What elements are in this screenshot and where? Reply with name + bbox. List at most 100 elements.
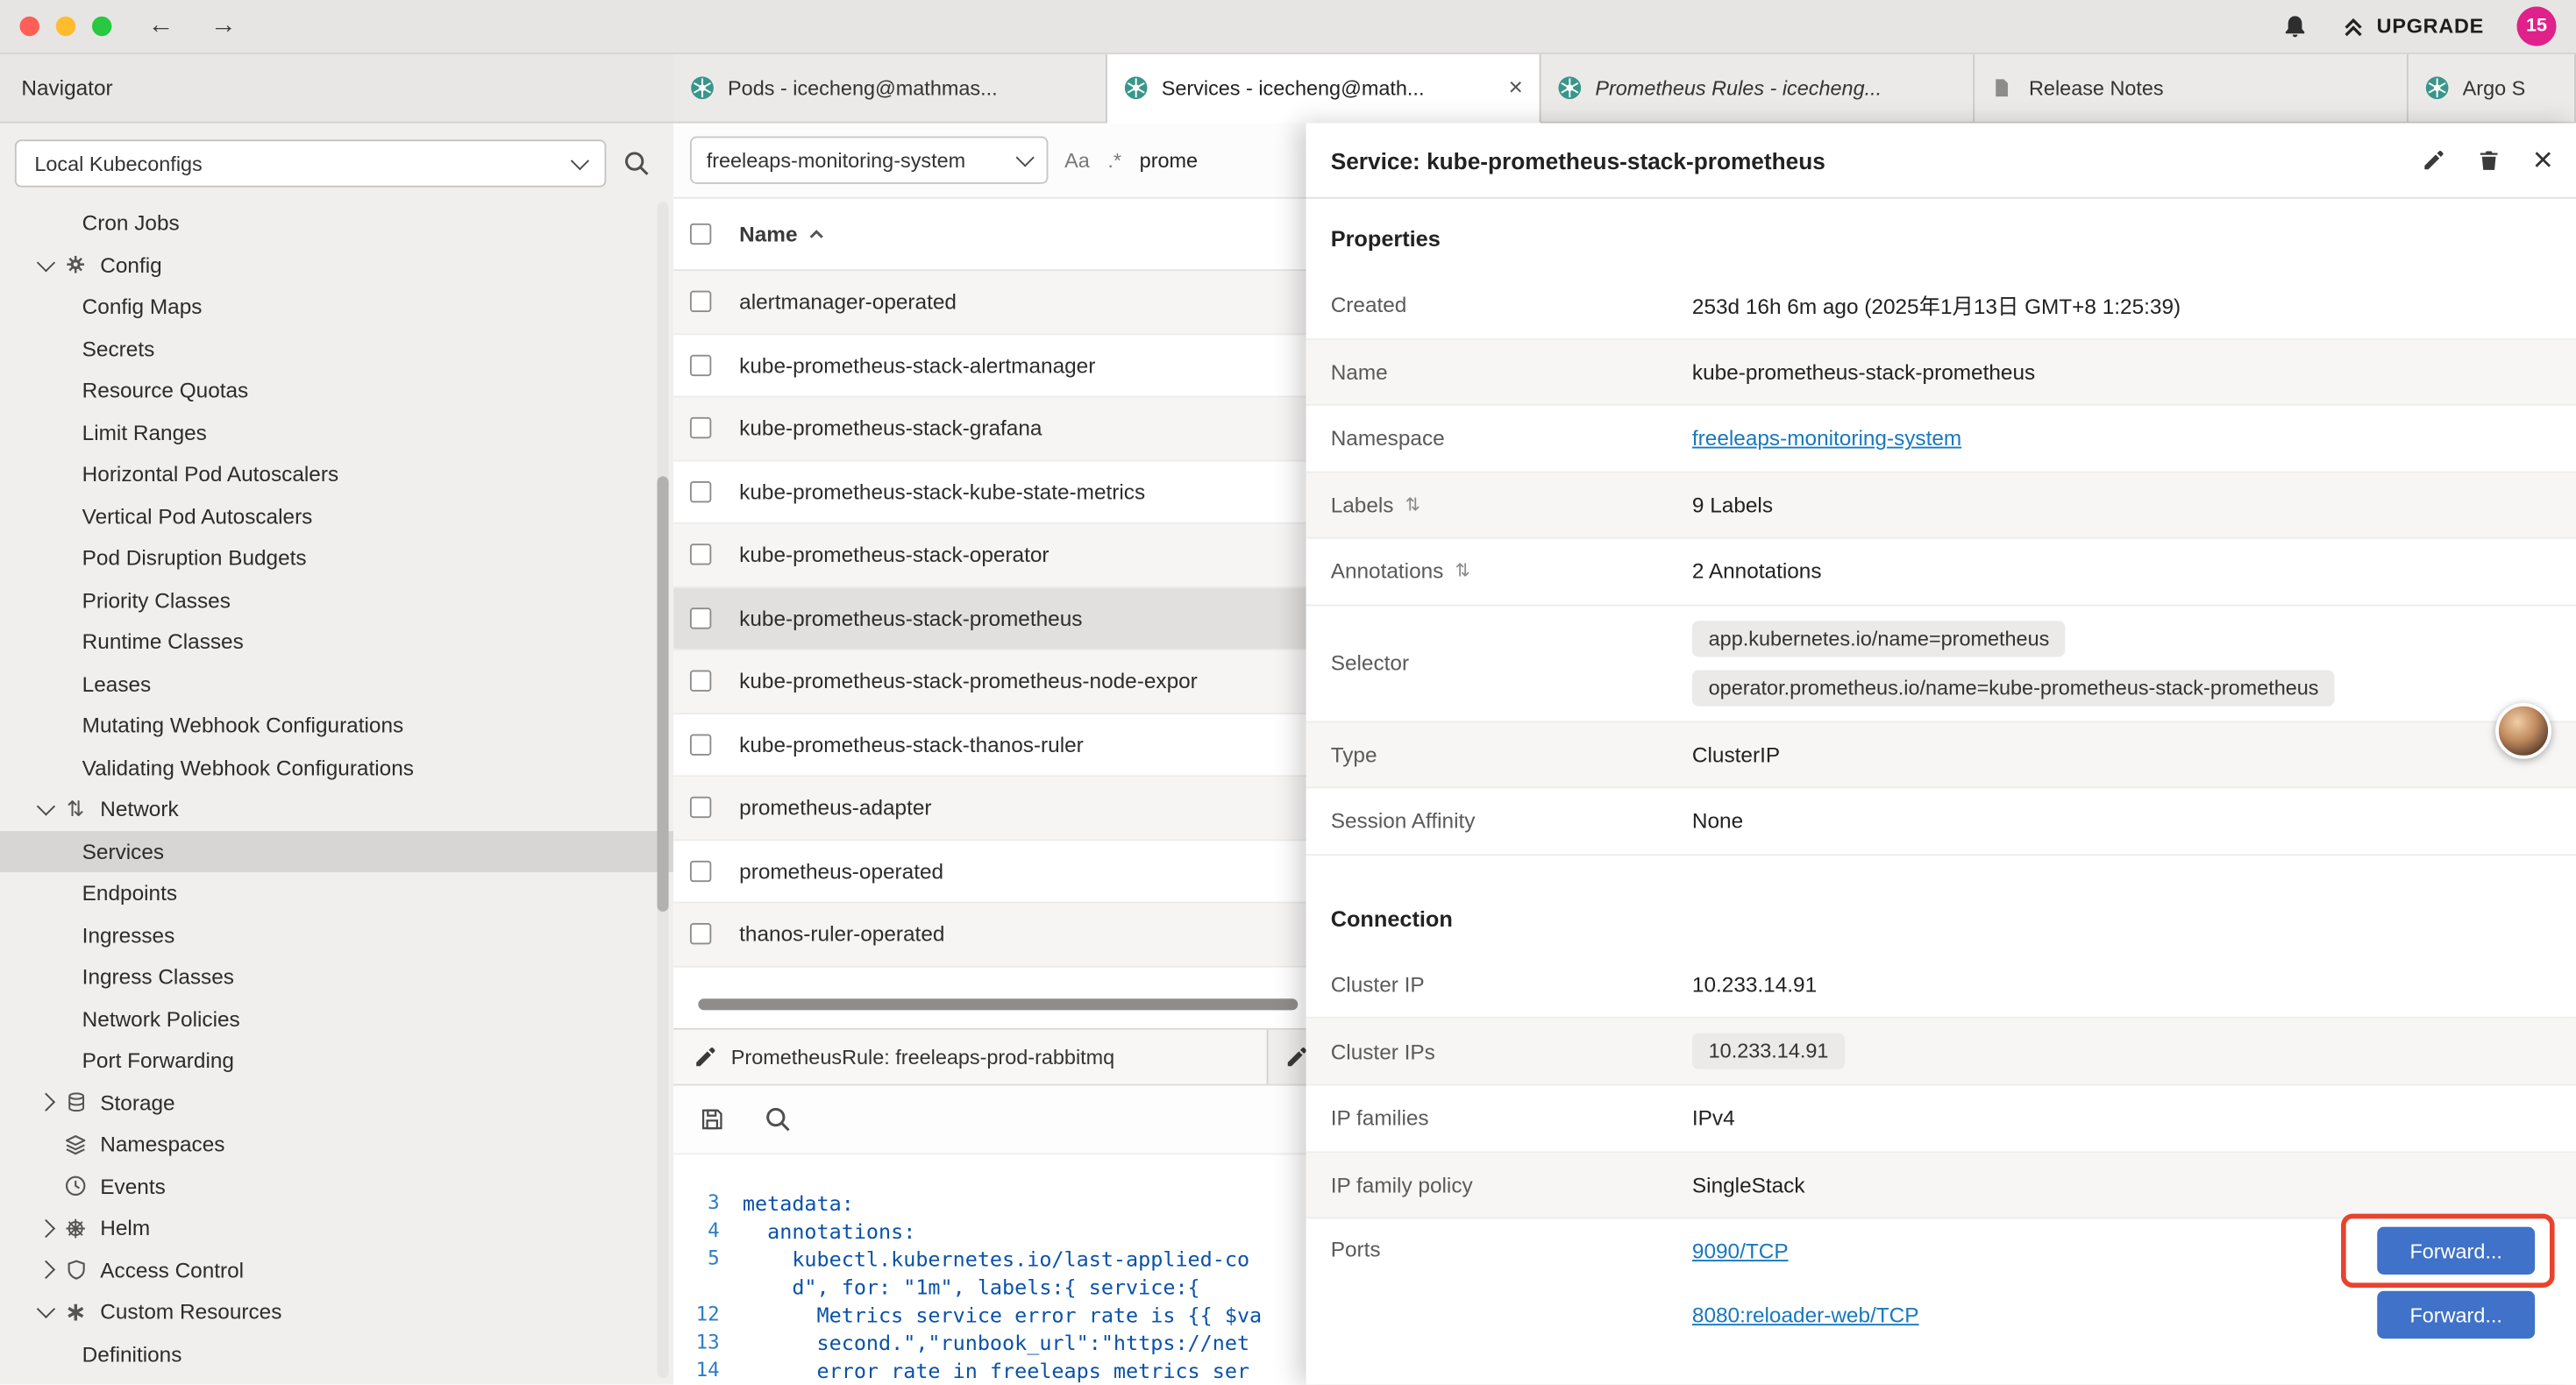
chevron-down-icon[interactable] (39, 1308, 62, 1316)
chevron-right-icon[interactable] (39, 1263, 62, 1276)
sidebar-item-secrets[interactable]: Secrets (0, 328, 673, 370)
row-checkbox[interactable] (690, 860, 711, 881)
row-checkbox[interactable] (690, 417, 711, 438)
sidebar-item-storage[interactable]: Storage (0, 1082, 673, 1124)
tab-argo-s[interactable]: Argo S (2409, 54, 2576, 124)
sidebar-item-config-maps[interactable]: Config Maps (0, 286, 673, 328)
forward-button[interactable]: → (210, 13, 237, 39)
detail-row-selector: Selectorapp.kubernetes.io/name=prometheu… (1306, 605, 2576, 721)
sidebar-item-runtime-classes[interactable]: Runtime Classes (0, 621, 673, 663)
list-search[interactable]: Aa .* prome (1064, 137, 1198, 184)
sidebar-item-definitions[interactable]: Definitions (0, 1333, 673, 1375)
row-checkbox[interactable] (690, 481, 711, 502)
sort-updown-icon[interactable]: ⇅ (1405, 494, 1420, 515)
port-line: 8080:reloader-web/TCP Forward... (1692, 1282, 2576, 1346)
select-all-checkbox[interactable] (690, 224, 711, 245)
sidebar-item-pod-disruption-budgets[interactable]: Pod Disruption Budgets (0, 537, 673, 579)
save-icon[interactable] (700, 1107, 724, 1132)
maximize-window-button[interactable] (92, 17, 111, 36)
sidebar-item-label: Network Policies (82, 1006, 240, 1031)
edit-icon[interactable] (2421, 147, 2447, 174)
sidebar-item-services[interactable]: Services (0, 830, 673, 872)
sidebar-item-port-forwarding[interactable]: Port Forwarding (0, 1040, 673, 1082)
tab-label: Pods - icecheng@mathmas... (728, 76, 1089, 99)
minimize-window-button[interactable] (56, 17, 75, 36)
back-button[interactable]: ← (148, 13, 174, 39)
horizontal-scrollbar-thumb[interactable] (698, 998, 1298, 1010)
sidebar-item-label: Ingresses (82, 923, 175, 948)
row-checkbox[interactable] (690, 734, 711, 755)
sidebar-scrollbar-thumb[interactable] (657, 476, 668, 912)
port-link[interactable]: 9090/TCP (1692, 1239, 1789, 1263)
dock-tab-prometheusrule[interactable]: PrometheusRule: freeleaps-prod-rabbitmq (673, 1030, 1268, 1084)
tab-release-notes[interactable]: Release Notes (1975, 54, 2409, 124)
sidebar-item-network-policies[interactable]: Network Policies (0, 998, 673, 1040)
detail-row-label: Ports (1331, 1237, 1692, 1261)
section-heading-connection: Connection (1306, 877, 2576, 951)
column-header-name[interactable]: Name (739, 222, 825, 246)
tab-pods-icecheng-mathmas[interactable]: Pods - icecheng@mathmas... (673, 54, 1107, 124)
sidebar-item-custom-resources[interactable]: ∗Custom Resources (0, 1291, 673, 1333)
sidebar-item-vertical-pod-autoscalers[interactable]: Vertical Pod Autoscalers (0, 495, 673, 537)
close-window-button[interactable] (19, 17, 39, 36)
bell-icon[interactable] (2281, 12, 2308, 40)
sidebar-item-horizontal-pod-autoscalers[interactable]: Horizontal Pod Autoscalers (0, 453, 673, 495)
tab-prometheus-rules-icecheng[interactable]: Prometheus Rules - icecheng... (1541, 54, 1975, 124)
search-icon[interactable] (764, 1105, 792, 1133)
row-checkbox[interactable] (690, 797, 711, 818)
tab-services-icecheng-math[interactable]: Services - icecheng@math...× (1107, 54, 1541, 124)
sidebar-item-helm[interactable]: Helm (0, 1207, 673, 1249)
namespace-filter-select[interactable]: freeleaps-monitoring-system (690, 137, 1048, 184)
notification-count-badge[interactable]: 15 (2517, 6, 2557, 46)
forward-button[interactable]: Forward... (2377, 1291, 2535, 1339)
chevron-down-icon[interactable] (39, 806, 62, 813)
chevron-right-icon[interactable] (39, 1096, 62, 1109)
sidebar-item-endpoints[interactable]: Endpoints (0, 872, 673, 914)
sidebar-item-mutating-webhook-configurations[interactable]: Mutating Webhook Configurations (0, 705, 673, 747)
sidebar-item-ingress-classes[interactable]: Ingress Classes (0, 955, 673, 998)
port-link[interactable]: 8080:reloader-web/TCP (1692, 1303, 1919, 1327)
sidebar-item-config[interactable]: Config (0, 244, 673, 286)
sidebar-item-namespaces[interactable]: Namespaces (0, 1124, 673, 1166)
line-number: 4 (673, 1217, 743, 1245)
tab-label: Prometheus Rules - icecheng... (1595, 76, 1956, 99)
search-icon[interactable] (623, 149, 652, 179)
search-query[interactable]: prome (1140, 149, 1198, 172)
namespace-link[interactable]: freeleaps-monitoring-system (1692, 426, 1961, 451)
chevron-down-icon[interactable] (39, 260, 62, 268)
sidebar-item-events[interactable]: Events (0, 1165, 673, 1207)
sidebar-item-resource-quotas[interactable]: Resource Quotas (0, 370, 673, 412)
service-name: kube-prometheus-stack-alertmanager (739, 352, 1095, 377)
row-checkbox[interactable] (690, 354, 711, 375)
sidebar-item-label: Endpoints (82, 881, 177, 906)
delete-icon[interactable] (2475, 147, 2501, 174)
forward-button[interactable]: Forward... (2377, 1227, 2535, 1275)
sidebar-item-access-control[interactable]: Access Control (0, 1249, 673, 1291)
sidebar-item-validating-webhook-configurations[interactable]: Validating Webhook Configurations (0, 747, 673, 789)
row-checkbox[interactable] (690, 291, 711, 312)
line-number (673, 1273, 743, 1301)
sidebar-item-leases[interactable]: Leases (0, 663, 673, 705)
detail-row-label: Labels⇅ (1331, 493, 1692, 517)
chevron-right-icon[interactable] (39, 1222, 62, 1235)
sidebar-item-label: Resource Quotas (82, 378, 249, 402)
row-checkbox[interactable] (690, 671, 711, 692)
sort-updown-icon[interactable]: ⇅ (1455, 560, 1469, 581)
row-checkbox[interactable] (690, 544, 711, 565)
user-avatar[interactable] (2495, 703, 2551, 759)
regex-toggle[interactable]: .* (1107, 149, 1121, 172)
sidebar-item-priority-classes[interactable]: Priority Classes (0, 579, 673, 621)
kubeconfig-selector[interactable]: Local Kubeconfigs (15, 139, 607, 187)
upgrade-button[interactable]: UPGRADE (2340, 14, 2484, 39)
close-icon[interactable]: × (2533, 143, 2553, 177)
detail-actions: × (2421, 143, 2552, 177)
row-checkbox[interactable] (690, 607, 711, 629)
match-case-toggle[interactable]: Aa (1064, 149, 1090, 172)
close-tab-icon[interactable]: × (1508, 75, 1522, 100)
sidebar-item-limit-ranges[interactable]: Limit Ranges (0, 411, 673, 453)
sidebar-item-ingresses[interactable]: Ingresses (0, 914, 673, 956)
sidebar-item-network[interactable]: ⇅Network (0, 788, 673, 830)
row-checkbox[interactable] (690, 923, 711, 944)
sidebar-item-cron-jobs[interactable]: Cron Jobs (0, 202, 673, 244)
detail-row-label: Created (1331, 293, 1692, 317)
